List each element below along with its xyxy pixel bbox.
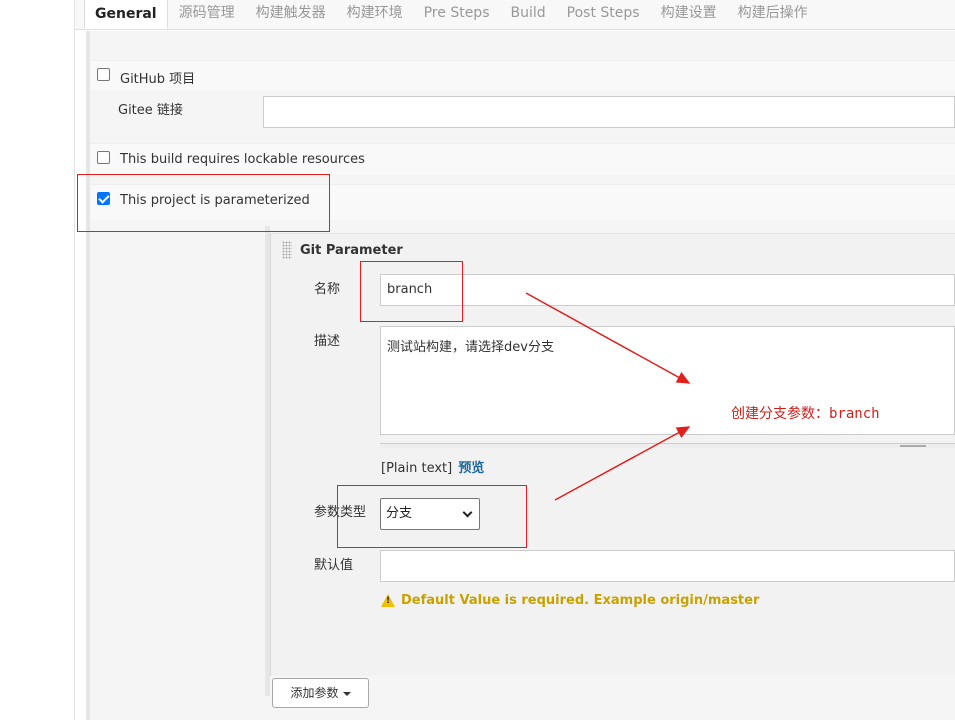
- arrow-from-name: [525, 292, 691, 384]
- annotation-note: 创建分支参数：branch: [731, 406, 880, 422]
- arrow-from-type: [554, 426, 691, 501]
- annotation-arrows: [525, 292, 691, 501]
